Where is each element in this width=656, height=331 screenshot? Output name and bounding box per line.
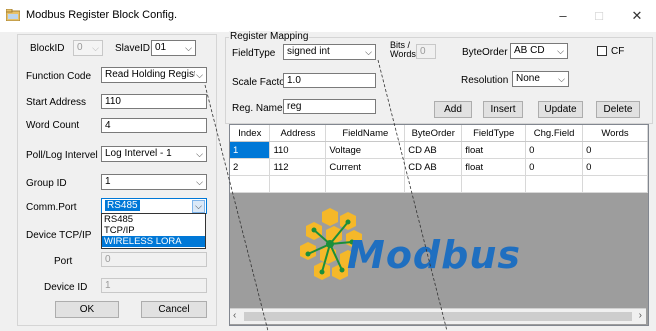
minimize-button[interactable]: – xyxy=(548,6,578,26)
device-id-label: Device ID xyxy=(44,282,88,293)
comm-port-dropdown: RS485 TCP/IP WIRELESS LORA xyxy=(101,213,206,249)
column-header[interactable]: ByteOrder xyxy=(404,125,463,142)
update-button[interactable]: Update xyxy=(538,101,583,118)
scale-factor-input[interactable]: 1.0 xyxy=(283,73,376,88)
table-header-row: Index Address FieldName ByteOrder FieldT… xyxy=(230,125,648,142)
ok-button[interactable]: OK xyxy=(55,301,119,318)
column-header[interactable]: Chg.Field xyxy=(525,125,584,142)
bits-words-label: Bits / Words xyxy=(390,40,416,59)
horizontal-scrollbar[interactable]: ‹ › xyxy=(230,308,646,324)
dropdown-option-tcpip[interactable]: TCP/IP xyxy=(102,225,205,236)
table-cell[interactable]: 0 xyxy=(525,141,584,159)
table-cell[interactable]: 0 xyxy=(582,141,648,159)
table-cell[interactable]: Current xyxy=(325,158,406,176)
chevron-down-icon: ⌵ xyxy=(196,149,203,159)
device-id-input[interactable]: 1 xyxy=(101,278,207,293)
table-cell[interactable]: CD AB xyxy=(404,158,463,176)
field-type-select[interactable]: signed int ⌵ xyxy=(283,44,376,60)
resolution-label: Resolution xyxy=(461,75,509,86)
scrollbar-thumb[interactable] xyxy=(244,312,632,321)
table-cell[interactable]: CD AB xyxy=(404,141,463,159)
register-mapping-title: Register Mapping xyxy=(229,31,310,42)
group-id-label: Group ID xyxy=(26,178,67,189)
scale-factor-label: Scale Factor xyxy=(232,77,289,88)
register-table: Index Address FieldName ByteOrder FieldT… xyxy=(230,125,648,193)
table-row-empty[interactable] xyxy=(230,175,648,193)
cancel-button[interactable]: Cancel xyxy=(141,301,207,318)
dropdown-option-wireless-lora[interactable]: WIRELESS LORA xyxy=(102,236,205,247)
poll-interval-label: Poll/Log Intervel xyxy=(26,150,98,161)
close-button[interactable]: ✕ xyxy=(622,6,652,26)
start-address-label: Start Address xyxy=(26,97,87,108)
table-cell[interactable]: 112 xyxy=(269,158,327,176)
chevron-down-icon: ⌵ xyxy=(196,177,203,187)
chevron-down-icon: ⌵ xyxy=(365,47,372,57)
table-cell[interactable]: 110 xyxy=(269,141,327,159)
port-input[interactable]: 0 xyxy=(101,252,207,267)
maximize-button[interactable]: □ xyxy=(584,6,614,26)
comm-port-select[interactable]: RS485 ⌵ xyxy=(101,198,207,214)
comm-port-label: Comm.Port xyxy=(26,202,77,213)
table-row[interactable]: 2 112 Current CD AB float 0 0 xyxy=(230,158,648,176)
insert-button[interactable]: Insert xyxy=(483,101,523,118)
field-type-label: FieldType xyxy=(232,48,276,59)
poll-interval-select[interactable]: Log Intervel - 1 ⌵ xyxy=(101,146,207,162)
chevron-down-icon: ⌵ xyxy=(185,43,192,53)
scroll-left-icon[interactable]: ‹ xyxy=(233,310,236,321)
byte-order-select[interactable]: AB CD ⌵ xyxy=(510,43,568,59)
word-count-label: Word Count xyxy=(26,120,80,131)
reg-name-label: Reg. Name xyxy=(232,103,283,114)
table-cell[interactable]: float xyxy=(461,141,527,159)
column-header[interactable]: Address xyxy=(269,125,327,142)
bits-words-input[interactable]: 0 xyxy=(416,44,436,59)
app-icon xyxy=(5,8,21,22)
table-cell[interactable]: 2 xyxy=(230,158,271,176)
title-bar: Modbus Register Block Config. – □ ✕ xyxy=(0,0,656,32)
column-header[interactable]: Words xyxy=(582,125,648,142)
column-header[interactable]: Index xyxy=(230,125,271,142)
start-address-input[interactable]: 110 xyxy=(101,94,207,109)
table-cell[interactable]: float xyxy=(461,158,527,176)
chevron-down-icon: ⌵ xyxy=(192,200,205,213)
block-id-label: BlockID xyxy=(30,43,65,54)
add-button[interactable]: Add xyxy=(434,101,472,118)
table-cell[interactable]: 1 xyxy=(230,141,271,159)
resolution-select[interactable]: None ⌵ xyxy=(512,71,569,87)
dropdown-option-rs485[interactable]: RS485 xyxy=(102,214,205,225)
modbus-logo-text: Modbus xyxy=(347,233,521,277)
table-cell[interactable]: Voltage xyxy=(325,141,406,159)
chevron-down-icon: ⌵ xyxy=(557,46,564,56)
chevron-down-icon: ⌵ xyxy=(195,69,203,81)
byte-order-label: ByteOrder xyxy=(462,47,508,58)
window-title: Modbus Register Block Config. xyxy=(26,9,178,21)
scroll-right-icon[interactable]: › xyxy=(639,310,642,321)
port-label: Port xyxy=(54,256,73,267)
slave-id-select[interactable]: 01 ⌵ xyxy=(151,40,196,56)
column-header[interactable]: FieldName xyxy=(325,125,406,142)
word-count-input[interactable]: 4 xyxy=(101,118,207,133)
column-header[interactable]: FieldType xyxy=(461,125,527,142)
register-table-panel: Index Address FieldName ByteOrder FieldT… xyxy=(229,124,649,326)
table-row[interactable]: 1 110 Voltage CD AB float 0 0 xyxy=(230,141,648,159)
device-tcp-label: Device TCP/IP xyxy=(26,230,92,241)
slave-id-label: SlaveID xyxy=(115,43,151,54)
table-cell[interactable]: 0 xyxy=(582,158,648,176)
block-id-select[interactable]: 0 ⌵ xyxy=(73,40,103,56)
cf-checkbox[interactable] xyxy=(597,46,607,56)
delete-button[interactable]: Delete xyxy=(596,101,640,118)
chevron-down-icon: ⌵ xyxy=(558,74,565,84)
cf-label: CF xyxy=(611,46,625,57)
table-cell[interactable]: 0 xyxy=(525,158,584,176)
function-code-label: Function Code xyxy=(26,71,92,82)
function-code-select[interactable]: Read Holding Registe ⌵ xyxy=(101,67,207,83)
chevron-down-icon: ⌵ xyxy=(92,43,99,53)
reg-name-input[interactable]: reg xyxy=(283,99,376,114)
group-id-select[interactable]: 1 ⌵ xyxy=(101,174,207,190)
